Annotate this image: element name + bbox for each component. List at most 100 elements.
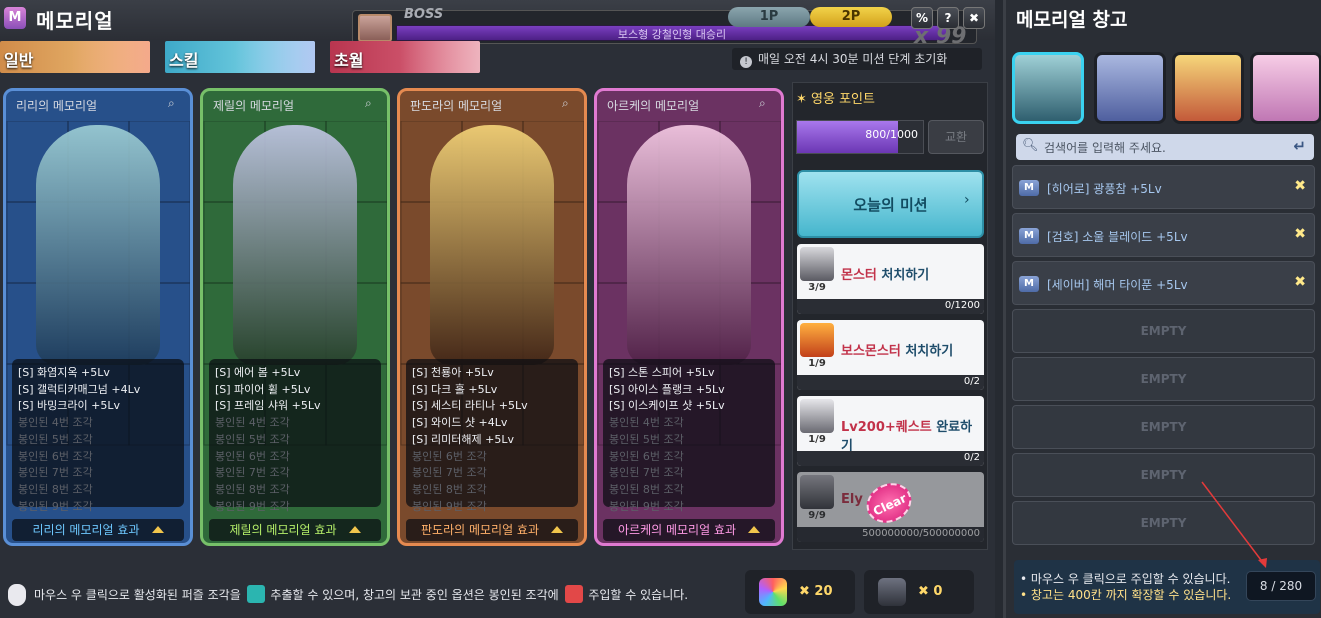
mission-icon: [800, 323, 834, 357]
storage-hint-1: • 마우스 우 클릭으로 주입할 수 있습니다.: [1020, 572, 1231, 586]
memorial-card-arke[interactable]: 아르케의 메모리얼 ⌕ [S] 스톤 스피어 +5Lv [S] 아이스 플랭크 +5L…: [594, 88, 784, 546]
sealed-piece: 봉인된 9번 조각: [215, 499, 290, 513]
info-icon: !: [740, 56, 752, 68]
memorial-effect-label: 리리의 메모리얼 효과: [32, 523, 140, 537]
memorial-effect-button[interactable]: 리리의 메모리얼 효과: [12, 519, 184, 541]
effect-item: [S] 다크 홀 +5Lv: [412, 382, 498, 396]
remove-icon[interactable]: ✖: [1294, 274, 1306, 290]
effect-item: [S] 천룡아 +5Lv: [412, 366, 494, 379]
triangle-up-icon: [348, 526, 361, 533]
hero-points-value: 800/1000: [865, 128, 918, 141]
memorial-card-jeril[interactable]: 제릴의 메모리얼 ⌕ [S] 에어 봄 +5Lv [S] 파이어 휠 +5Lv [S] …: [200, 88, 390, 546]
storage-slot-empty: EMPTY: [1012, 405, 1315, 449]
empty-label: EMPTY: [1140, 372, 1187, 386]
card-header: 판도라의 메모리얼: [410, 99, 503, 113]
mission-name-a: Ely: [841, 492, 863, 507]
memorial-effect-label: 제릴의 메모리얼 효과: [229, 523, 337, 537]
storage-portrait-pandora[interactable]: [1172, 52, 1244, 124]
memorial-portrait: [36, 125, 160, 365]
help-button[interactable]: ?: [937, 7, 959, 29]
exchange-button[interactable]: 교환: [928, 120, 984, 154]
mission-icon: [800, 399, 834, 433]
storage-slot[interactable]: M [검호] 소울 블레이드 +5Lv ✖: [1012, 213, 1315, 257]
storage-portrait-arke[interactable]: [1250, 52, 1321, 124]
currency-extract-stone: ✖ 0: [864, 570, 974, 614]
effect-item: [S] 화염지옥 +5Lv: [18, 366, 110, 379]
storage-slot-text: [세이버] 해머 타이푼 +5Lv: [1047, 278, 1188, 292]
memorial-item-icon: M: [1019, 228, 1039, 244]
tab-general-art: [70, 41, 150, 73]
search-icon[interactable]: ⌕: [562, 96, 576, 110]
mission-card[interactable]: 1/9 보스몬스터 처치하기 0/2: [797, 320, 984, 390]
stone-count: 0: [933, 584, 943, 599]
close-button[interactable]: ✖: [963, 7, 985, 29]
tab-transcend[interactable]: 초월: [330, 41, 480, 73]
percent-button[interactable]: %: [911, 7, 933, 29]
search-icon[interactable]: ⌕: [759, 96, 773, 110]
triangle-up-icon: [551, 526, 564, 533]
memorial-card-pandora[interactable]: 판도라의 메모리얼 ⌕ [S] 천룡아 +5Lv [S] 다크 홀 +5Lv [S] 세…: [397, 88, 587, 546]
tab-general-label: 일반: [4, 51, 34, 70]
memorial-portrait: [430, 125, 554, 365]
triangle-up-icon: [748, 526, 761, 533]
memorial-card-riri[interactable]: 리리의 메모리얼 ⌕ [S] 화염지옥 +5Lv [S] 갤럭티카매그넘 +4Lv [S…: [3, 88, 193, 546]
effect-item: [S] 갤럭티카매그넘 +4Lv: [18, 382, 141, 396]
storage-portrait-jeril[interactable]: [1094, 52, 1166, 124]
storage-slot[interactable]: M [히어로] 광풍참 +5Lv ✖: [1012, 165, 1315, 209]
storage-portrait-riri[interactable]: [1012, 52, 1084, 124]
effect-item: [S] 아이스 플랭크 +5Lv: [609, 382, 725, 396]
tab-skill[interactable]: 스킬: [165, 41, 315, 73]
memorial-logo-icon: M: [4, 7, 26, 29]
storage-slot-text: [검호] 소울 블레이드 +5Lv: [1047, 230, 1188, 244]
effect-item: [S] 세스티 라티나 +5Lv: [412, 399, 528, 413]
memorial-effect-button[interactable]: 아르케의 메모리얼 효과: [603, 519, 775, 541]
sealed-piece: 봉인된 8번 조각: [609, 482, 684, 496]
player-2-tab[interactable]: 2P: [810, 7, 892, 27]
search-icon[interactable]: ⌕: [365, 96, 379, 110]
reset-notice-text: 매일 오전 4시 30분 미션 단계 초기화: [758, 52, 948, 66]
effect-item: [S] 스톤 스피어 +5Lv: [609, 366, 715, 379]
currency-memorial-gem: ✖ 20: [745, 570, 855, 614]
memorial-effect-button[interactable]: 판도라의 메모리얼 효과: [406, 519, 578, 541]
effect-list: [S] 에어 봄 +5Lv [S] 파이어 휠 +5Lv [S] 프레임 샤워 +5…: [209, 359, 381, 513]
card-header: 리리의 메모리얼: [16, 99, 98, 113]
remove-icon[interactable]: ✖: [1294, 226, 1306, 242]
boss-name: 보스형 강철인형 대승리: [617, 28, 727, 41]
boss-label: BOSS: [404, 7, 444, 22]
sealed-piece: 봉인된 4번 조각: [215, 416, 290, 430]
daily-mission-title: 오늘의 미션: [853, 196, 928, 214]
storage-slot[interactable]: M [세이버] 해머 타이푼 +5Lv ✖: [1012, 261, 1315, 305]
sealed-piece: 봉인된 9번 조각: [609, 499, 684, 513]
mission-card[interactable]: 3/9 몬스터 처치하기 0/1200: [797, 244, 984, 314]
search-placeholder: 검색어를 입력해 주세요.: [1044, 141, 1166, 155]
mission-progress-bar: 0/2: [797, 375, 984, 390]
player-1-tab[interactable]: 1P: [728, 7, 810, 27]
tab-transcend-art: [400, 41, 480, 73]
daily-mission-header[interactable]: 오늘의 미션 ›: [797, 170, 984, 238]
memorial-effect-label: 아르케의 메모리얼 효과: [617, 523, 737, 537]
storage-search[interactable]: 🔍︎ 검색어를 입력해 주세요. ↵: [1016, 134, 1314, 160]
memorial-portrait: [233, 125, 357, 365]
enter-icon[interactable]: ↵: [1293, 137, 1306, 155]
sealed-piece: 봉인된 6번 조각: [18, 449, 93, 463]
mission-progress-bar: 0/2: [797, 451, 984, 466]
storage-hint-2: • 창고는 400칸 까지 확장할 수 있습니다.: [1020, 588, 1232, 602]
remove-icon[interactable]: ✖: [1294, 178, 1306, 194]
search-icon[interactable]: ⌕: [168, 96, 182, 110]
sealed-piece: 봉인된 6번 조각: [215, 449, 290, 463]
hero-points-title-text: 영웅 포인트: [811, 92, 875, 107]
mission-card[interactable]: 1/9 Lv200+퀘스트 완료하기 0/2: [797, 396, 984, 466]
mission-name-b: 처치하기: [881, 268, 930, 283]
mission-icon: [800, 475, 834, 509]
effect-item: [S] 이스케이프 샷 +5Lv: [609, 399, 725, 413]
sealed-piece: 봉인된 8번 조각: [215, 482, 290, 496]
memorial-gem-icon: [759, 578, 787, 606]
sealed-piece: 봉인된 8번 조각: [412, 482, 487, 496]
annotation-arrow: [1201, 481, 1267, 568]
sealed-piece: 봉인된 7번 조각: [412, 466, 487, 480]
sealed-piece: 봉인된 7번 조각: [609, 466, 684, 480]
memorial-effect-button[interactable]: 제릴의 메모리얼 효과: [209, 519, 381, 541]
reset-notice: ! 매일 오전 4시 30분 미션 단계 초기화: [732, 48, 982, 70]
sealed-piece: 봉인된 6번 조각: [412, 449, 487, 463]
tab-general[interactable]: 일반: [0, 41, 150, 73]
